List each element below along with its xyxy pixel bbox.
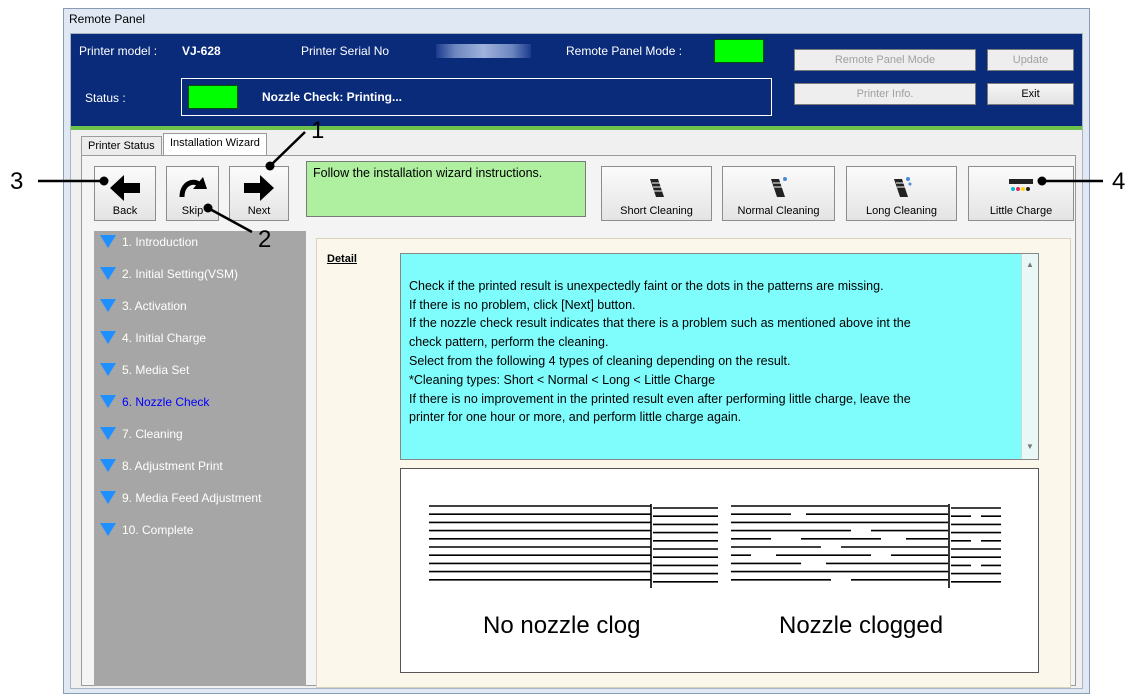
callout-2: 2 bbox=[258, 226, 272, 253]
step-label: 9. Media Feed Adjustment bbox=[122, 491, 262, 505]
back-label: Back bbox=[112, 205, 138, 217]
skip-button[interactable]: Skip bbox=[166, 166, 219, 221]
little-charge-label: Little Charge bbox=[989, 205, 1053, 217]
status-display: Nozzle Check: Printing... bbox=[181, 78, 772, 116]
printer-info-button[interactable]: Printer Info. bbox=[794, 83, 976, 105]
detail-body: Check if the printed result is unexpecte… bbox=[409, 278, 911, 425]
next-label: Next bbox=[247, 205, 271, 217]
detail-section: Detail Check if the printed result is un… bbox=[316, 238, 1071, 688]
printer-model-value: VJ-628 bbox=[182, 44, 221, 58]
status-label: Status : bbox=[85, 91, 126, 105]
clogged-pattern bbox=[731, 504, 1001, 588]
step-label: 2. Initial Setting(VSM) bbox=[122, 267, 239, 281]
step-icon bbox=[100, 395, 116, 409]
step-icon bbox=[100, 267, 116, 281]
printer-model-label: Printer model : bbox=[79, 44, 158, 58]
skip-label: Skip bbox=[181, 205, 204, 217]
ink-charge-icon bbox=[1009, 179, 1033, 191]
normal-cleaning-button[interactable]: Normal Cleaning bbox=[722, 166, 835, 221]
remote-panel-mode-label: Remote Panel Mode : bbox=[566, 44, 683, 58]
caption-clogged: Nozzle clogged bbox=[779, 612, 944, 639]
status-text: Nozzle Check: Printing... bbox=[262, 90, 403, 104]
curved-arrow-icon bbox=[179, 177, 207, 198]
status-indicator bbox=[188, 85, 238, 109]
step-media-set[interactable]: 5. Media Set bbox=[100, 363, 189, 383]
step-icon bbox=[100, 523, 116, 537]
printer-serial-label: Printer Serial No bbox=[301, 44, 390, 58]
next-button[interactable]: Next bbox=[229, 166, 289, 221]
cleaning-brush-icon bbox=[770, 177, 787, 197]
step-icon bbox=[100, 491, 116, 505]
caption-no-clog: No nozzle clog bbox=[483, 612, 641, 639]
remote-panel-mode-button[interactable]: Remote Panel Mode bbox=[794, 49, 976, 71]
update-button[interactable]: Update bbox=[987, 49, 1074, 71]
printer-serial-value bbox=[436, 44, 531, 58]
step-label: 3. Activation bbox=[122, 299, 187, 313]
callout-1: 1 bbox=[311, 117, 325, 144]
cleaning-brush-icon bbox=[649, 179, 664, 197]
step-label: 10. Complete bbox=[122, 523, 194, 537]
step-icon bbox=[100, 427, 116, 441]
tab-installation-wizard[interactable]: Installation Wizard bbox=[163, 133, 267, 155]
installation-wizard-panel: Back Skip Next Follow the installation w… bbox=[81, 155, 1076, 688]
detail-text[interactable]: Check if the printed result is unexpecte… bbox=[400, 253, 1039, 460]
step-icon bbox=[100, 299, 116, 313]
nozzle-pattern-diagram bbox=[429, 504, 1001, 588]
step-complete[interactable]: 10. Complete bbox=[100, 523, 193, 543]
long-cleaning-button[interactable]: Long Cleaning bbox=[846, 166, 957, 221]
normal-cleaning-label: Normal Cleaning bbox=[737, 205, 820, 217]
step-label: 1. Introduction bbox=[122, 235, 199, 249]
back-button[interactable]: Back bbox=[94, 166, 156, 221]
step-initial-setting[interactable]: 2. Initial Setting(VSM) bbox=[100, 267, 238, 287]
remote-panel-window: Remote Panel Printer model : VJ-628 Prin… bbox=[63, 8, 1090, 694]
remote-mode-indicator bbox=[714, 39, 764, 63]
printer-header: Printer model : VJ-628 Printer Serial No… bbox=[71, 34, 1082, 126]
arrow-left-icon bbox=[110, 175, 140, 201]
detail-heading: Detail bbox=[327, 253, 357, 265]
step-label: 4. Initial Charge bbox=[122, 331, 207, 345]
short-cleaning-button[interactable]: Short Cleaning bbox=[601, 166, 712, 221]
no-clog-pattern bbox=[429, 504, 718, 588]
callout-4: 4 bbox=[1112, 168, 1126, 195]
step-nozzle-check[interactable]: 6. Nozzle Check bbox=[100, 395, 209, 415]
scroll-down-icon[interactable]: ▼ bbox=[1022, 438, 1038, 457]
step-label: 8. Adjustment Print bbox=[122, 459, 223, 473]
tab-printer-status[interactable]: Printer Status bbox=[81, 136, 162, 156]
step-media-feed-adjustment[interactable]: 9. Media Feed Adjustment bbox=[100, 491, 261, 511]
step-adjustment-print[interactable]: 8. Adjustment Print bbox=[100, 459, 223, 479]
cleaning-brush-icon bbox=[893, 177, 911, 197]
long-cleaning-label: Long Cleaning bbox=[866, 205, 937, 217]
wizard-message: Follow the installation wizard instructi… bbox=[306, 161, 586, 217]
arrow-right-icon bbox=[244, 175, 274, 201]
step-label: 6. Nozzle Check bbox=[122, 395, 210, 409]
step-cleaning[interactable]: 7. Cleaning bbox=[100, 427, 183, 447]
nozzle-check-example: No nozzle clog Nozzle clogged bbox=[400, 468, 1039, 673]
step-label: 7. Cleaning bbox=[122, 427, 183, 441]
exit-button[interactable]: Exit bbox=[987, 83, 1074, 105]
window-title: Remote Panel bbox=[69, 12, 146, 26]
step-icon bbox=[100, 331, 116, 345]
step-icon bbox=[100, 235, 116, 249]
header-divider bbox=[71, 126, 1082, 130]
callout-3: 3 bbox=[10, 168, 24, 195]
detail-scrollbar[interactable]: ▲ ▼ bbox=[1021, 254, 1038, 459]
scroll-up-icon[interactable]: ▲ bbox=[1022, 256, 1038, 275]
short-cleaning-label: Short Cleaning bbox=[620, 205, 693, 217]
step-activation[interactable]: 3. Activation bbox=[100, 299, 187, 319]
step-icon bbox=[100, 459, 116, 473]
manual-figure: Remote Panel Printer model : VJ-628 Prin… bbox=[0, 0, 1137, 699]
step-icon bbox=[100, 363, 116, 377]
step-initial-charge[interactable]: 4. Initial Charge bbox=[100, 331, 206, 351]
window-client: Printer model : VJ-628 Printer Serial No… bbox=[70, 33, 1083, 689]
little-charge-button[interactable]: Little Charge bbox=[968, 166, 1074, 221]
step-label: 5. Media Set bbox=[122, 363, 190, 377]
wizard-step-list: 1. Introduction 2. Initial Setting(VSM) … bbox=[94, 231, 306, 686]
step-introduction[interactable]: 1. Introduction bbox=[100, 235, 198, 255]
